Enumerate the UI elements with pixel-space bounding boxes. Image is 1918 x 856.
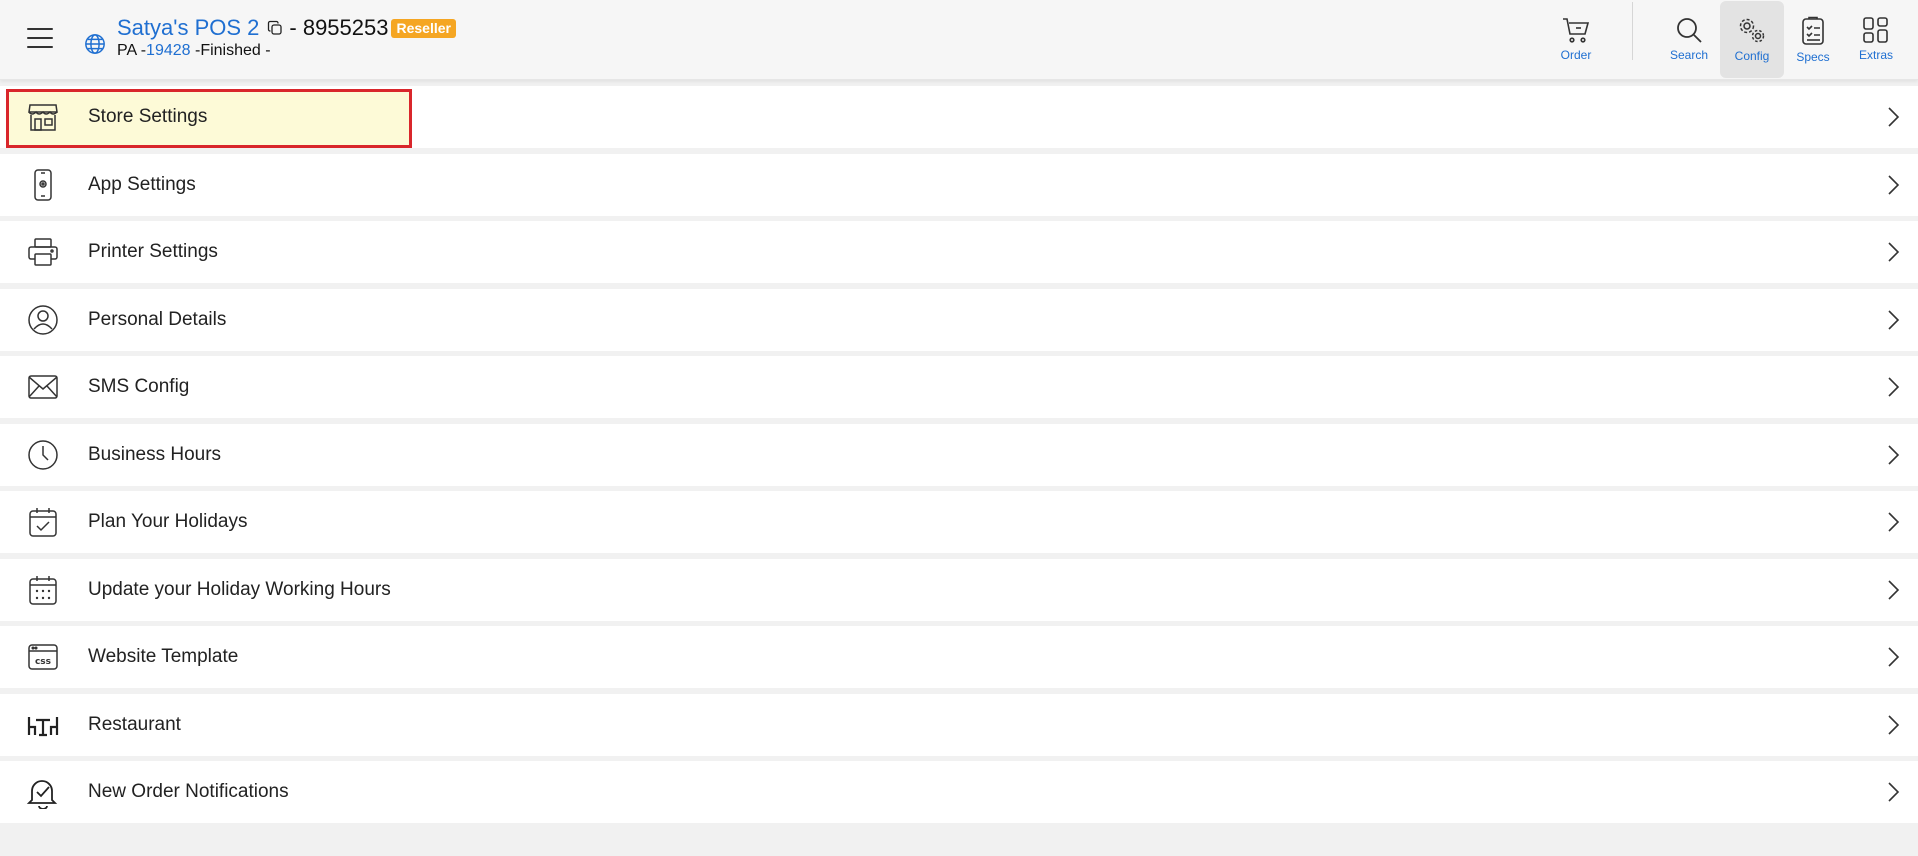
reseller-badge: Reseller [391, 18, 456, 38]
settings-item-new-order-notifications[interactable]: New Order Notifications [0, 761, 1918, 823]
settings-item-restaurant[interactable]: Restaurant [0, 694, 1918, 756]
menu-hamburger-icon[interactable] [27, 28, 53, 48]
chevron-right-icon [1888, 445, 1900, 465]
order-label: Order [1560, 48, 1592, 62]
settings-item-label: Personal Details [88, 309, 227, 330]
settings-item-printer-settings[interactable]: Printer Settings [0, 221, 1918, 283]
settings-item-personal-details[interactable]: Personal Details [0, 289, 1918, 351]
settings-item-label: Restaurant [88, 714, 181, 735]
settings-item-store-settings[interactable]: Store Settings [0, 86, 1918, 148]
globe-icon [85, 34, 105, 54]
chevron-right-icon [1888, 782, 1900, 802]
chevron-right-icon [1888, 512, 1900, 532]
envelope-icon [26, 371, 60, 403]
gears-icon [1739, 18, 1765, 43]
settings-item-app-settings[interactable]: App Settings [0, 154, 1918, 216]
config-button[interactable]: Config [1720, 1, 1784, 78]
settings-item-label: SMS Config [88, 376, 190, 397]
status-prefix: PA - [117, 42, 147, 59]
search-label: Search [1669, 48, 1709, 62]
settings-item-holiday-working-hours[interactable]: Update your Holiday Working Hours [0, 559, 1918, 621]
bell-check-icon [26, 776, 60, 809]
specs-button[interactable]: Specs [1781, 0, 1845, 78]
top-header: Satya's POS 2 - 8955253 Reseller PA -194… [0, 0, 1918, 80]
search-button[interactable]: Search [1657, 0, 1721, 78]
settings-item-label: Website Template [88, 646, 239, 667]
settings-item-label: App Settings [88, 174, 196, 195]
search-icon [1677, 18, 1702, 43]
store-name-link[interactable]: Satya's POS 2 [117, 15, 259, 41]
settings-item-plan-your-holidays[interactable]: Plan Your Holidays [0, 491, 1918, 553]
grid-icon [1863, 17, 1888, 43]
extras-button[interactable]: Extras [1844, 0, 1908, 78]
cart-icon [1563, 18, 1590, 43]
copy-icon[interactable] [267, 20, 283, 36]
nav-divider [1632, 2, 1633, 60]
extras-label: Extras [1858, 48, 1893, 62]
chevron-right-icon [1888, 647, 1900, 667]
user-circle-icon [26, 304, 60, 336]
selection-highlight [6, 89, 412, 148]
calendar-grid-icon [26, 574, 60, 606]
settings-item-business-hours[interactable]: Business Hours [0, 424, 1918, 486]
clock-icon [26, 439, 60, 471]
store-number-link[interactable]: 19428 [146, 42, 191, 59]
settings-item-label: New Order Notifications [88, 781, 289, 802]
settings-item-label: Business Hours [88, 444, 222, 465]
calendar-check-icon [26, 506, 60, 538]
settings-item-label: Printer Settings [88, 241, 218, 262]
store-icon [26, 101, 60, 133]
chevron-right-icon [1888, 377, 1900, 397]
svg-text:css: css [35, 657, 51, 667]
css-icon: css [26, 641, 60, 673]
phone-icon [26, 169, 60, 201]
store-title: Satya's POS 2 - 8955253 Reseller [117, 13, 456, 43]
settings-item-label: Plan Your Holidays [88, 511, 248, 532]
clipboard-checklist-icon [1802, 16, 1824, 45]
specs-label: Specs [1796, 50, 1830, 64]
printer-icon [26, 236, 60, 268]
order-button[interactable]: Order [1544, 0, 1608, 78]
chevron-right-icon [1888, 175, 1900, 195]
table-chairs-icon [26, 709, 60, 741]
status-suffix: -Finished - [190, 42, 271, 59]
chevron-right-icon [1888, 715, 1900, 735]
config-label: Config [1734, 49, 1770, 63]
chevron-right-icon [1888, 310, 1900, 330]
chevron-right-icon [1888, 242, 1900, 262]
settings-item-label: Store Settings [88, 106, 208, 127]
store-id: - 8955253 [289, 15, 389, 40]
chevron-right-icon [1888, 107, 1900, 127]
settings-item-website-template[interactable]: css Website Template [0, 626, 1918, 688]
store-status-line: PA -19428 -Finished - [117, 42, 271, 60]
settings-item-sms-config[interactable]: SMS Config [0, 356, 1918, 418]
settings-item-label: Update your Holiday Working Hours [88, 579, 391, 600]
chevron-right-icon [1888, 580, 1900, 600]
